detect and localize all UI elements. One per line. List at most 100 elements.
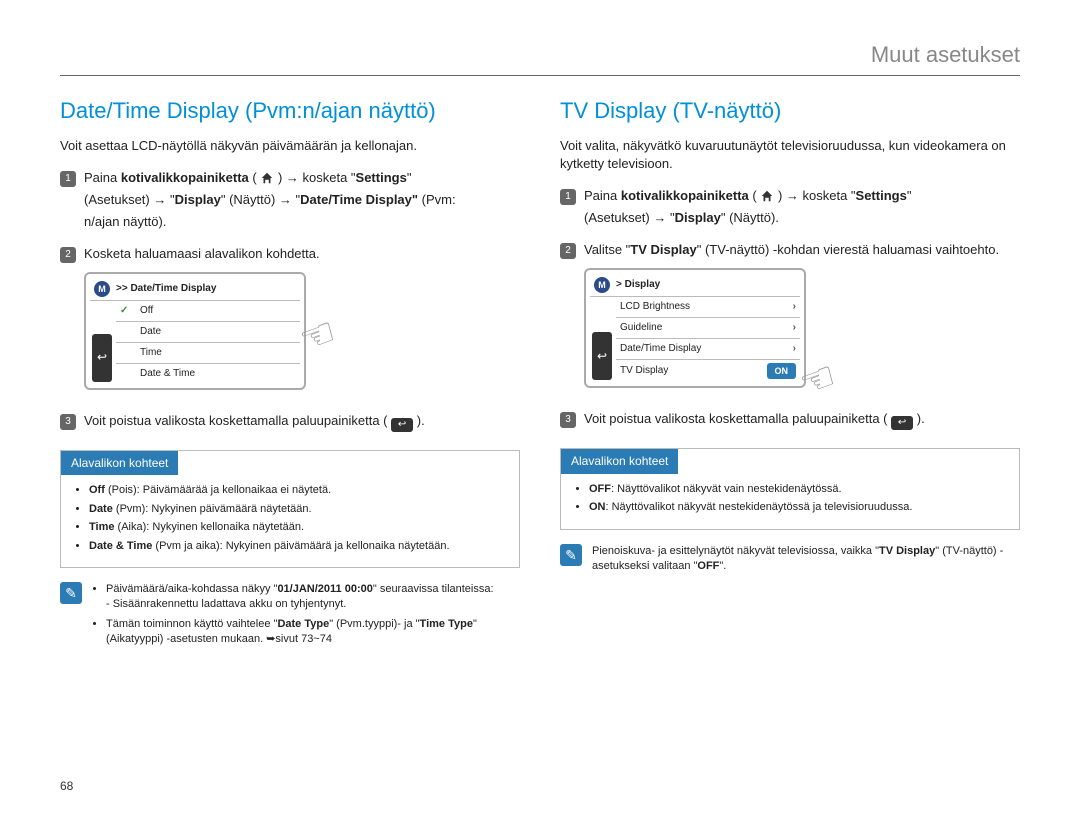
menu-item-datetime-display[interactable]: Date/Time Display›: [616, 339, 800, 360]
step-num-2: 2: [60, 247, 76, 263]
t: " seuraavissa tilanteissa:: [373, 583, 494, 595]
menu-item-time[interactable]: Time: [116, 343, 300, 364]
label: Date/Time Display: [620, 342, 701, 356]
t: (: [749, 188, 761, 203]
note-icon: [60, 582, 82, 604]
t: ) → kosketa ": [274, 170, 355, 185]
t: - Sisäänrakennettu ladattava akku on tyh…: [106, 597, 520, 612]
back-button[interactable]: ↩: [92, 334, 112, 382]
t: Paina: [584, 188, 621, 203]
right-step1: 1 Paina kotivalikkopainiketta ( ) → kosk…: [560, 187, 1020, 231]
chevron-right-icon: ›: [793, 321, 796, 335]
submenu-item: Time (Aika): Nykyinen kellonaika näytetä…: [89, 520, 505, 535]
right-column: TV Display (TV-näyttö) Voit valita, näky…: [560, 96, 1020, 652]
menu-item-off[interactable]: ✓ Off: [116, 301, 300, 322]
right-title: TV Display (TV-näyttö): [560, 96, 1020, 127]
t: OFF: [589, 483, 611, 495]
menu-item-tv-display[interactable]: TV Display ON: [616, 360, 800, 383]
breadcrumb-text: > Display: [616, 278, 660, 292]
label: Time: [140, 346, 162, 360]
t: : Näyttövalikot näkyvät vain nestekidenä…: [611, 483, 842, 495]
step-num-1: 1: [60, 171, 76, 187]
back-button[interactable]: ↩: [592, 332, 612, 380]
t: ON: [589, 501, 606, 513]
t: ".: [719, 560, 726, 572]
breadcrumb-text: >> Date/Time Display: [116, 282, 216, 296]
left-title: Date/Time Display (Pvm:n/ajan näyttö): [60, 96, 520, 127]
t: ) → kosketa ": [774, 188, 855, 203]
t: Off: [89, 484, 105, 496]
t: " (Pvm.tyyppi)- ja ": [329, 618, 419, 630]
check-icon: ✓: [120, 304, 134, 318]
step-num-3: 3: [560, 412, 576, 428]
right-submenu-box: Alavalikon kohteet OFF: Näyttövalikot nä…: [560, 448, 1020, 530]
t: Päivämäärä/aika-kohdassa näkyy ": [106, 583, 277, 595]
step1-body: Paina kotivalikkopainiketta ( ) → kosket…: [84, 169, 520, 236]
t: Settings: [856, 188, 907, 203]
t: ": [407, 170, 412, 185]
t: (Aika): Nykyinen kellonaika näytetään.: [114, 521, 304, 533]
t: kotivalikkopainiketta: [621, 188, 749, 203]
t: Paina: [84, 170, 121, 185]
device-screen-1: M >> Date/Time Display ↩ ✓ Off Date: [84, 272, 306, 390]
t: TV Display: [879, 545, 935, 557]
submenu-item: Off (Pois): Päivämäärää ja kellonaikaa e…: [89, 483, 505, 498]
submenu-item: Date & Time (Pvm ja aika): Nykyinen päiv…: [89, 539, 505, 554]
t: Tämän toiminnon käyttö vaihtelee ": [106, 618, 277, 630]
note-icon: [560, 544, 582, 566]
t: " (TV-näyttö) -kohdan vierestä haluamasi…: [697, 242, 999, 257]
mode-badge-icon: M: [94, 281, 110, 297]
t: kotivalikkopainiketta: [121, 170, 249, 185]
t: OFF: [697, 560, 719, 572]
t: Display: [675, 210, 721, 225]
t: Date Type: [277, 618, 329, 630]
t: Display: [175, 192, 221, 207]
t: 01/JAN/2011 00:00: [277, 583, 372, 595]
t: Valitse ": [584, 242, 630, 257]
t: Voit poistua valikosta koskettamalla pal…: [584, 411, 891, 426]
step-num-2: 2: [560, 243, 576, 259]
menu-item-guideline[interactable]: Guideline›: [616, 318, 800, 339]
right-note: Pienoiskuva- ja esittelynäytöt näkyvät t…: [560, 544, 1020, 575]
on-toggle[interactable]: ON: [767, 363, 797, 380]
t: Kosketa haluamaasi alavalikon kohdetta.: [84, 245, 520, 263]
section-header: Muut asetukset: [60, 40, 1020, 76]
return-icon: [391, 418, 413, 432]
note-item: Tämän toiminnon käyttö vaihtelee "Date T…: [106, 617, 520, 648]
t: Time: [89, 521, 114, 533]
submenu-title: Alavalikon kohteet: [561, 449, 678, 474]
submenu-title: Alavalikon kohteet: [61, 451, 178, 476]
t: Date/Time Display": [300, 192, 418, 207]
label: LCD Brightness: [620, 300, 690, 314]
two-column-layout: Date/Time Display (Pvm:n/ajan näyttö) Vo…: [60, 96, 1020, 652]
t: Date: [89, 503, 113, 515]
submenu-item: Date (Pvm): Nykyinen päivämäärä näytetää…: [89, 502, 505, 517]
label: TV Display: [620, 364, 668, 378]
label: Off: [140, 304, 153, 318]
menu-item-datetime[interactable]: Date & Time: [116, 364, 300, 384]
t: (Pvm): Nykyinen päivämäärä näytetään.: [113, 503, 312, 515]
t: (: [249, 170, 261, 185]
t: Pienoiskuva- ja esittelynäytöt näkyvät t…: [592, 545, 879, 557]
t: Voit poistua valikosta koskettamalla pal…: [84, 413, 391, 428]
t: (Pvm ja aika): Nykyinen päivämäärä ja ke…: [152, 540, 449, 552]
menu-item-lcd-brightness[interactable]: LCD Brightness›: [616, 297, 800, 318]
t: " (Näyttö) → ": [221, 192, 300, 207]
t: Settings: [356, 170, 407, 185]
step-num-1: 1: [560, 189, 576, 205]
left-column: Date/Time Display (Pvm:n/ajan näyttö) Vo…: [60, 96, 520, 652]
left-note: Päivämäärä/aika-kohdassa näkyy "01/JAN/2…: [60, 582, 520, 652]
t: ).: [913, 411, 925, 426]
left-step1: 1 Paina kotivalikkopainiketta ( ) → kosk…: [60, 169, 520, 236]
t: (Pvm:: [418, 192, 456, 207]
note-item: Päivämäärä/aika-kohdassa näkyy "01/JAN/2…: [106, 582, 520, 613]
t: ": [907, 188, 912, 203]
t: (Pois): Päivämäärää ja kellonaikaa ei nä…: [105, 484, 331, 496]
left-submenu-box: Alavalikon kohteet Off (Pois): Päivämäär…: [60, 450, 520, 568]
left-step3: 3 Voit poistua valikosta koskettamalla p…: [60, 412, 520, 436]
device-screen-2: M > Display ↩ LCD Brightness› Guideline›: [584, 268, 806, 389]
menu-item-date[interactable]: Date: [116, 322, 300, 343]
right-step2: 2 Valitse "TV Display" (TV-näyttö) -kohd…: [560, 241, 1020, 400]
step-num-3: 3: [60, 414, 76, 430]
t: TV Display: [630, 242, 696, 257]
